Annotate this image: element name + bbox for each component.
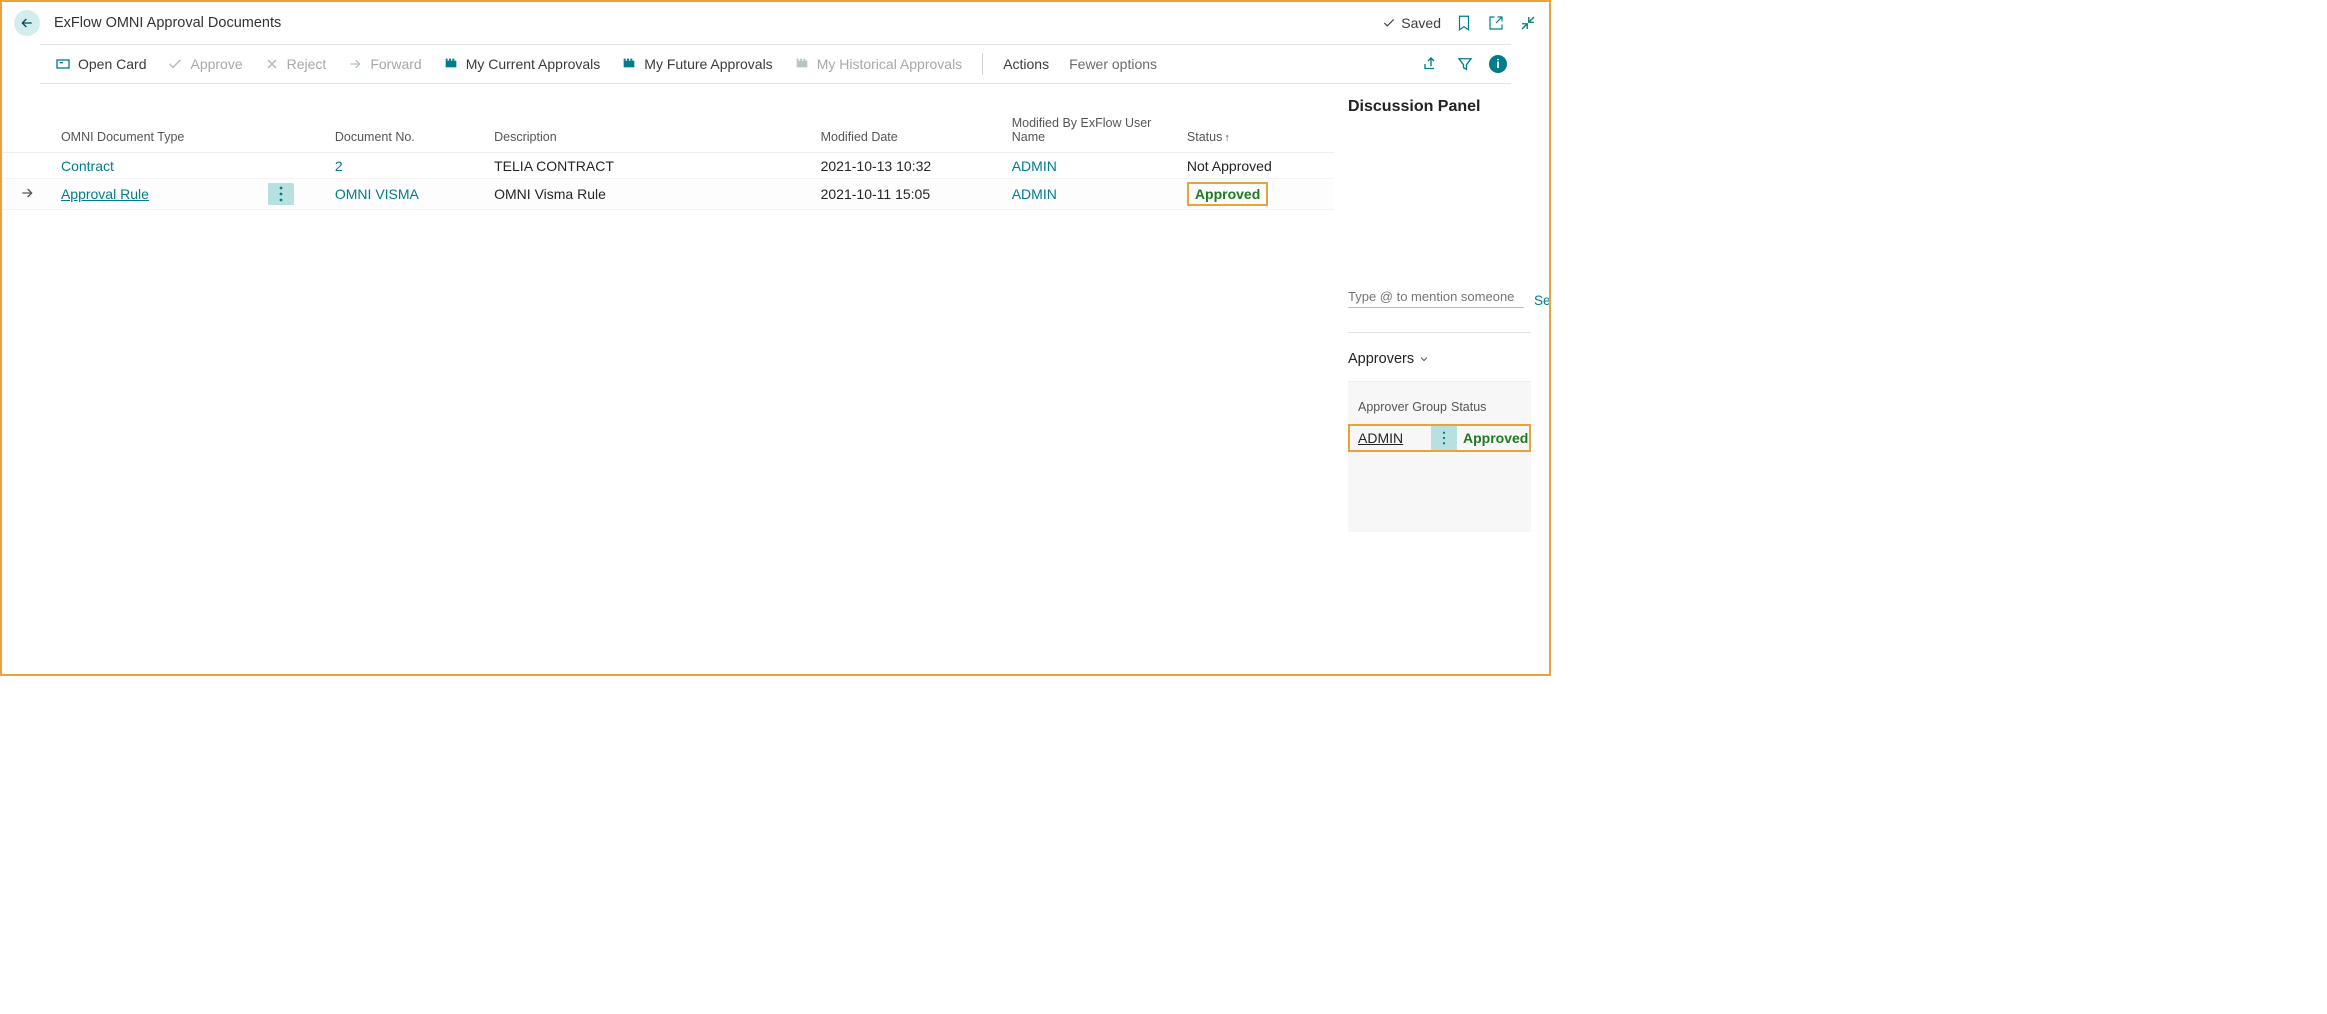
actions-menu[interactable]: Actions [993, 45, 1059, 83]
check-icon [166, 55, 184, 73]
my-future-label: My Future Approvals [644, 56, 772, 72]
reject-button[interactable]: Reject [253, 45, 337, 83]
fewer-options-button[interactable]: Fewer options [1059, 45, 1167, 83]
check-icon [1382, 16, 1396, 30]
forward-label: Forward [370, 56, 421, 72]
my-historical-approvals-button[interactable]: My Historical Approvals [783, 45, 973, 83]
my-future-approvals-button[interactable]: My Future Approvals [610, 45, 782, 83]
cell-description: OMNI Visma Rule [486, 179, 812, 210]
table-row[interactable]: Approval Rule OMNI VISMA OMNI Visma Rule… [2, 179, 1334, 210]
info-icon: i [1496, 57, 1499, 71]
forward-button[interactable]: Forward [336, 45, 431, 83]
status-badge: Approved [1187, 182, 1268, 206]
table-row[interactable]: Contract 2 TELIA CONTRACT 2021-10-13 10:… [2, 153, 1334, 179]
open-card-label: Open Card [78, 56, 146, 72]
popout-button[interactable] [1487, 14, 1505, 32]
share-button[interactable] [1421, 54, 1441, 74]
row-more-button[interactable] [268, 183, 294, 205]
fewer-options-label: Fewer options [1069, 56, 1157, 72]
mention-input[interactable] [1348, 286, 1524, 308]
modified-by-link[interactable]: ADMIN [1012, 186, 1057, 202]
my-current-label: My Current Approvals [466, 56, 601, 72]
bookmark-icon [1455, 14, 1473, 32]
page-title: ExFlow OMNI Approval Documents [54, 15, 281, 31]
col-approver-group[interactable]: Approver Group [1358, 400, 1451, 414]
popout-icon [1487, 14, 1505, 32]
approver-more-button[interactable] [1431, 426, 1457, 450]
bookmark-button[interactable] [1455, 14, 1473, 32]
approve-button[interactable]: Approve [156, 45, 252, 83]
sort-asc-icon: ↑ [1224, 132, 1230, 144]
col-modified-by[interactable]: Modified By ExFlow User Name [1004, 110, 1179, 153]
col-approver-status[interactable]: Status [1451, 400, 1521, 414]
film-icon [620, 55, 638, 73]
doc-type-link[interactable]: Approval Rule [61, 186, 149, 202]
doc-no-link[interactable]: OMNI VISMA [335, 186, 419, 202]
discussion-panel-title: Discussion Panel [1348, 98, 1531, 116]
arrow-left-icon [19, 15, 35, 31]
card-icon [54, 55, 72, 73]
more-vertical-icon [279, 186, 283, 202]
row-selected-icon [19, 185, 35, 201]
approver-row[interactable]: ADMIN Approved [1348, 424, 1531, 452]
my-current-approvals-button[interactable]: My Current Approvals [432, 45, 611, 83]
documents-table: OMNI Document Type Document No. Descript… [2, 110, 1334, 210]
approve-label: Approve [190, 56, 242, 72]
x-icon [263, 55, 281, 73]
doc-type-link[interactable]: Contract [61, 158, 114, 174]
col-status[interactable]: Status↑ [1179, 110, 1334, 153]
approvers-toggle[interactable]: Approvers [1348, 351, 1531, 367]
approver-group-link[interactable]: ADMIN [1350, 430, 1431, 446]
my-historical-label: My Historical Approvals [817, 56, 963, 72]
back-button[interactable] [14, 10, 40, 36]
reject-label: Reject [287, 56, 327, 72]
more-vertical-icon [1442, 431, 1446, 445]
collapse-button[interactable] [1519, 14, 1537, 32]
separator [982, 53, 983, 75]
approver-status: Approved [1457, 430, 1529, 446]
saved-indicator: Saved [1382, 15, 1441, 31]
collapse-icon [1519, 14, 1537, 32]
modified-by-link[interactable]: ADMIN [1012, 158, 1057, 174]
col-modified-date[interactable]: Modified Date [813, 110, 1004, 153]
film-icon [442, 55, 460, 73]
col-description[interactable]: Description [486, 110, 812, 153]
cell-modified-date: 2021-10-13 10:32 [813, 153, 1004, 179]
send-button[interactable]: Send [1534, 293, 1549, 308]
filter-icon [1456, 55, 1474, 73]
approvers-title: Approvers [1348, 351, 1414, 367]
chevron-down-icon [1418, 353, 1430, 365]
approvers-box: Approver Group Status ADMIN Approved [1348, 381, 1531, 532]
col-doc-no[interactable]: Document No. [327, 110, 486, 153]
doc-no-link[interactable]: 2 [335, 158, 343, 174]
saved-label: Saved [1401, 15, 1441, 31]
cell-modified-date: 2021-10-11 15:05 [813, 179, 1004, 210]
cell-description: TELIA CONTRACT [486, 153, 812, 179]
info-button[interactable]: i [1489, 55, 1507, 73]
forward-icon [346, 55, 364, 73]
actions-label: Actions [1003, 56, 1049, 72]
share-icon [1422, 55, 1440, 73]
cell-status: Not Approved [1179, 153, 1334, 179]
film-icon [793, 55, 811, 73]
col-doc-type[interactable]: OMNI Document Type [53, 110, 260, 153]
filter-button[interactable] [1455, 54, 1475, 74]
open-card-button[interactable]: Open Card [44, 45, 156, 83]
